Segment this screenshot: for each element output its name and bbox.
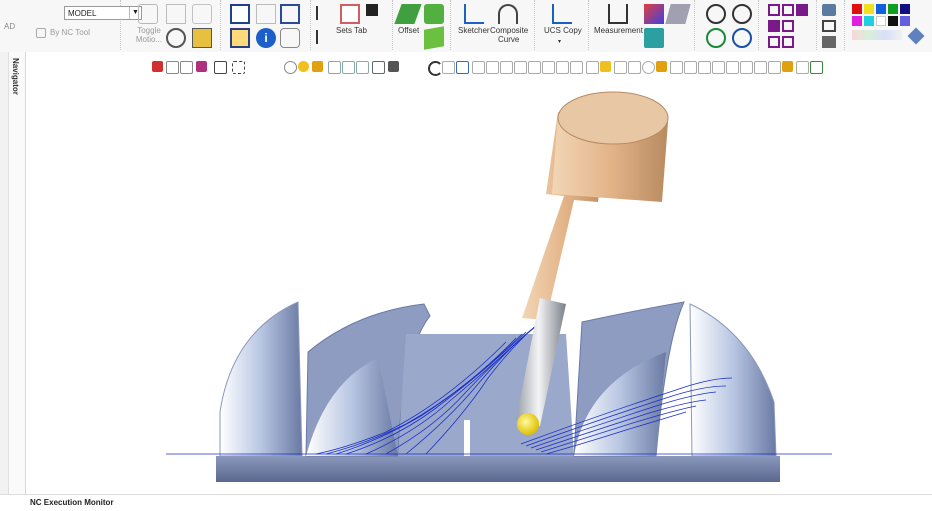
render-icon[interactable] <box>822 4 836 16</box>
pan-icon[interactable] <box>732 28 752 48</box>
view-right-icon[interactable] <box>768 20 780 32</box>
sketcher-button[interactable]: Sketcher <box>458 26 490 35</box>
composite-curve-label: Curve <box>498 35 520 44</box>
view-front-icon[interactable] <box>768 4 780 16</box>
navigator-label: Navigator <box>11 58 20 95</box>
sets-tab-icon[interactable] <box>340 4 360 24</box>
box-icon[interactable] <box>192 28 212 48</box>
view-bottom-icon[interactable] <box>768 36 780 48</box>
sketch-group: Sketcher Composite Curve <box>454 0 535 50</box>
model-select-value: MODEL <box>68 9 97 18</box>
measurement-button[interactable]: Measurement <box>594 26 643 35</box>
color-navy-swatch[interactable] <box>900 4 910 14</box>
paint-brush-icon[interactable] <box>907 27 925 45</box>
offset-icon[interactable] <box>394 4 422 24</box>
ball-end-tip <box>517 413 539 435</box>
hidden-line-icon[interactable] <box>822 36 836 48</box>
find-icon[interactable] <box>166 28 186 48</box>
toggle-motion-button[interactable]: Toggle Motio... <box>132 26 166 44</box>
tool-icon <box>36 28 46 38</box>
composite-curve-icon[interactable] <box>498 4 518 24</box>
color-violet-swatch[interactable] <box>900 16 910 26</box>
eraser-icon[interactable] <box>665 4 691 24</box>
wireframe-icon[interactable] <box>822 20 836 32</box>
sheet-icon[interactable] <box>424 26 444 50</box>
color-black-swatch[interactable] <box>888 16 898 26</box>
composite-curve-button[interactable]: Composite <box>490 26 528 35</box>
cad-model-scene <box>166 91 832 482</box>
zoom-window-icon[interactable] <box>706 4 726 24</box>
model-group: MODEL ▼ By NC Tool <box>28 0 142 50</box>
part-base <box>216 456 780 482</box>
ucs-copy-button[interactable]: UCS Copy <box>544 26 582 35</box>
light-color-swatches[interactable] <box>852 30 902 40</box>
ucs-copy-icon[interactable] <box>552 4 572 24</box>
view-back-icon[interactable] <box>782 36 794 48</box>
color-magenta-swatch[interactable] <box>852 16 862 26</box>
shading-icon[interactable] <box>644 4 664 24</box>
sets-tab-button[interactable]: Sets Tab <box>336 26 367 35</box>
measurement-icon[interactable] <box>608 4 628 24</box>
color-cyan-swatch[interactable] <box>864 16 874 26</box>
color-palette <box>852 4 930 46</box>
info-icon[interactable]: i <box>256 28 276 48</box>
ucs-dropdown-icon[interactable]: ▾ <box>558 38 561 45</box>
toggle-motion-icon[interactable] <box>138 4 158 24</box>
ad-label: AD <box>4 22 16 31</box>
copy-icon[interactable] <box>192 4 212 24</box>
zoom-fit-icon[interactable] <box>706 28 726 48</box>
graphics-viewport[interactable] <box>26 52 932 494</box>
panel-icon[interactable] <box>280 4 300 24</box>
offset-group: Offset <box>394 0 451 50</box>
filter-icon[interactable] <box>166 4 186 24</box>
color-white-swatch[interactable] <box>876 16 886 26</box>
print-icon[interactable] <box>280 28 300 48</box>
left-edge-bar <box>0 52 9 494</box>
view-top-icon[interactable] <box>782 4 794 16</box>
surface-icon[interactable] <box>424 4 444 24</box>
nc-execution-monitor-tab[interactable]: NC Execution Monitor <box>30 498 114 507</box>
tree-icon[interactable] <box>316 30 328 44</box>
render-group <box>818 0 845 50</box>
properties-icon[interactable] <box>230 28 250 48</box>
view-group <box>760 0 817 50</box>
sketcher-icon[interactable] <box>464 4 484 24</box>
view-left-icon[interactable] <box>782 20 794 32</box>
blade-right-outer <box>689 303 777 457</box>
status-bar: NC Execution Monitor <box>0 494 932 511</box>
color-blue-swatch[interactable] <box>876 4 886 14</box>
color-green-swatch[interactable] <box>888 4 898 14</box>
view-iso-icon[interactable] <box>796 4 808 16</box>
zoom-icon[interactable] <box>732 4 752 24</box>
hub-slot <box>464 420 470 456</box>
ribbon-toolbar: AD MODEL ▼ By NC Tool Toggle Motio... i S… <box>0 0 932 53</box>
camera-icon[interactable] <box>366 4 378 16</box>
sort-icon[interactable] <box>316 6 328 20</box>
measurement-group: Measurement <box>590 0 695 50</box>
color-red-swatch[interactable] <box>852 4 862 14</box>
blade-left-outer <box>219 301 303 457</box>
motion-group: Toggle Motio... <box>124 0 221 50</box>
window-icon[interactable] <box>230 4 250 24</box>
ucs-group: UCS Copy ▾ <box>536 0 589 50</box>
color-yellow-swatch[interactable] <box>864 4 874 14</box>
zoom-group <box>698 0 759 50</box>
by-nc-tool-button[interactable]: By NC Tool <box>50 28 90 37</box>
sets-group: Sets Tab <box>312 0 393 50</box>
analysis-icon[interactable] <box>644 28 664 48</box>
impeller-part <box>216 301 780 482</box>
help-icon[interactable] <box>256 4 276 24</box>
offset-button[interactable]: Offset <box>398 26 419 35</box>
display-group: i <box>224 0 311 50</box>
tool-holder-top <box>557 91 669 145</box>
navigator-tab[interactable]: Navigator <box>9 52 26 494</box>
